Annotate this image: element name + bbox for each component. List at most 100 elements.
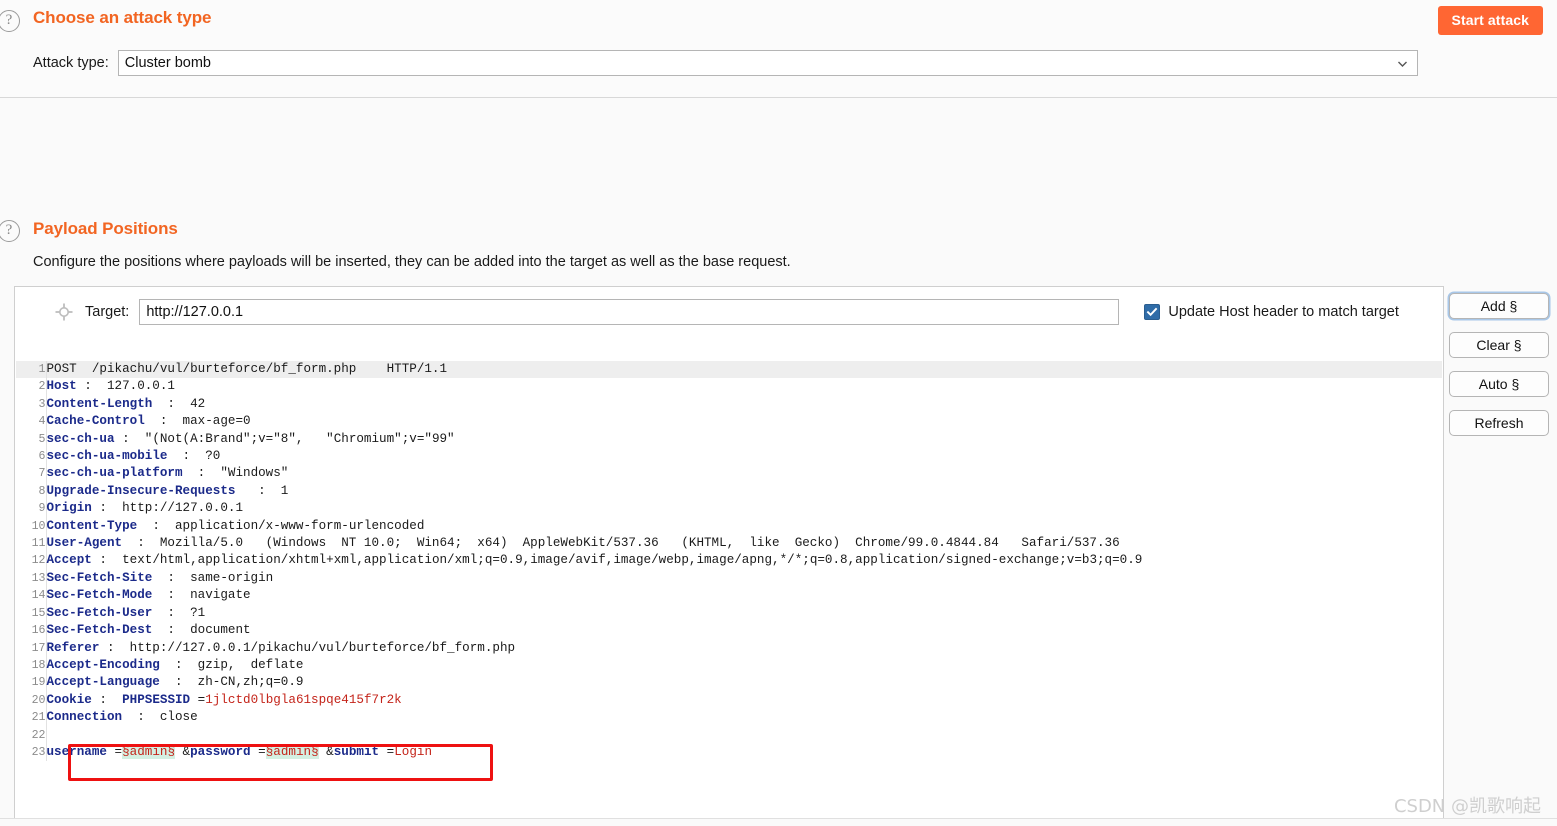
line-content[interactable]: Content-Length : 42 xyxy=(46,396,1442,413)
request-line: 16 Sec-Fetch-Dest : document xyxy=(16,622,1442,640)
line-content[interactable]: Referer : http://127.0.0.1/pikachu/vul/b… xyxy=(46,640,1442,657)
request-line: 12 Accept : text/html,application/xhtml+x… xyxy=(16,552,1442,570)
line-content[interactable]: username =§admin§ &password =§admin§ &su… xyxy=(46,744,1442,761)
line-content[interactable]: Accept-Language : zh-CN,zh;q=0.9 xyxy=(46,674,1442,691)
request-line: 15 Sec-Fetch-User : ?1 xyxy=(16,604,1442,623)
line-content[interactable]: sec-ch-ua-mobile : ?0 xyxy=(46,448,1442,465)
code-token: : http://127.0.0.1/pikachu/vul/burteforc… xyxy=(99,640,516,655)
code-token: Cache-Control xyxy=(46,414,145,429)
target-input[interactable] xyxy=(139,299,1120,325)
line-content[interactable]: Upgrade-Insecure-Requests : 1 xyxy=(46,483,1442,500)
code-token: : 42 xyxy=(152,396,206,411)
refresh-button[interactable]: Refresh xyxy=(1449,410,1549,436)
http-request-code-area[interactable]: 1 POST /pikachu/vul/burteforce/bf_form.ph… xyxy=(16,361,1442,826)
line-number: 9 xyxy=(16,500,47,518)
request-line: 3 Content-Length : 42 xyxy=(16,395,1442,414)
request-line: 6 sec-ch-ua-mobile : ?0 xyxy=(16,448,1442,466)
line-content[interactable]: Accept : text/html,application/xhtml+xml… xyxy=(46,552,1442,569)
code-token: POST /pikachu/vul/burteforce/bf_form.php… xyxy=(46,362,448,376)
code-token: Upgrade-Insecure-Requests xyxy=(46,483,236,498)
payload-marker: §admin§ xyxy=(265,744,319,759)
code-token: : xyxy=(91,692,123,707)
code-token: Origin xyxy=(46,501,92,516)
code-token: Cookie xyxy=(46,692,92,707)
request-line: 19 Accept-Language : zh-CN,zh;q=0.9 xyxy=(16,674,1442,692)
code-token: & xyxy=(318,744,334,759)
code-token: : 1 xyxy=(235,483,289,498)
payload-positions-heading: Payload Positions xyxy=(33,219,178,238)
line-number: 19 xyxy=(16,674,47,692)
line-number: 20 xyxy=(16,691,47,710)
code-token: = xyxy=(106,744,123,759)
code-token: Login xyxy=(394,744,433,759)
code-token: username xyxy=(46,744,107,759)
line-number: 12 xyxy=(16,552,47,570)
line-number: 14 xyxy=(16,587,47,605)
attack-type-heading: Choose an attack type xyxy=(33,8,212,27)
csdn-watermark: CSDN @凯歌响起 xyxy=(1393,796,1541,817)
code-token: Sec-Fetch-Site xyxy=(46,570,153,585)
line-number: 23 xyxy=(16,743,47,762)
line-number: 21 xyxy=(16,709,47,727)
request-line: 23 username =§admin§ &password =§admin§ &… xyxy=(16,743,1442,762)
update-host-header-label: Update Host header to match target xyxy=(1168,304,1399,320)
code-token: submit xyxy=(333,744,380,759)
line-content[interactable]: Sec-Fetch-Mode : navigate xyxy=(46,587,1442,604)
line-content[interactable]: Accept-Encoding : gzip, deflate xyxy=(46,657,1442,674)
add-marker-button[interactable]: Add § xyxy=(1449,293,1549,319)
line-content[interactable]: sec-ch-ua-platform : "Windows" xyxy=(46,465,1442,482)
start-attack-button[interactable]: Start attack xyxy=(1437,6,1543,35)
line-content[interactable]: POST /pikachu/vul/burteforce/bf_form.php… xyxy=(46,361,1442,379)
request-line: 1 POST /pikachu/vul/burteforce/bf_form.ph… xyxy=(16,361,1442,379)
line-number: 22 xyxy=(16,726,47,744)
clear-markers-button[interactable]: Clear § xyxy=(1449,332,1549,358)
line-number: 11 xyxy=(16,535,47,553)
line-content[interactable]: Content-Type : application/x-www-form-ur… xyxy=(46,518,1442,535)
line-content[interactable]: sec-ch-ua : "(Not(A:Brand";v="8", "Chrom… xyxy=(46,431,1442,448)
line-number: 15 xyxy=(16,604,47,623)
line-content[interactable]: Sec-Fetch-Dest : document xyxy=(46,622,1442,639)
payload-marker: §admin§ xyxy=(122,744,175,759)
code-token: sec-ch-ua xyxy=(46,431,115,446)
code-token: : 127.0.0.1 xyxy=(76,379,175,394)
update-host-header-checkbox-row[interactable]: Update Host header to match target xyxy=(1144,304,1399,320)
line-content[interactable]: Sec-Fetch-User : ?1 xyxy=(46,605,1442,622)
line-content[interactable]: Connection : close xyxy=(46,709,1442,726)
chevron-down-icon xyxy=(1397,58,1408,69)
code-token: Connection xyxy=(46,710,123,725)
line-content[interactable]: Origin : http://127.0.0.1 xyxy=(46,500,1442,517)
request-line: 4 Cache-Control : max-age=0 xyxy=(16,413,1442,431)
line-content[interactable]: User-Agent : Mozilla/5.0 (Windows NT 10.… xyxy=(46,535,1442,552)
request-line: 7 sec-ch-ua-platform : "Windows" xyxy=(16,465,1442,483)
request-line: 5 sec-ch-ua : "(Not(A:Brand";v="8", "Chro… xyxy=(16,430,1442,449)
code-token: 1jlctd0lbgla61spqe415f7r2k xyxy=(205,692,402,707)
code-token: Sec-Fetch-Mode xyxy=(46,588,153,603)
cut-off-bottom-row xyxy=(0,818,1557,826)
request-line: 17 Referer : http://127.0.0.1/pikachu/vul… xyxy=(16,639,1442,657)
code-token: : zh-CN,zh;q=0.9 xyxy=(159,675,304,690)
code-token: PHPSESSID xyxy=(122,692,191,707)
attack-type-select[interactable]: Cluster bomb xyxy=(117,50,1418,76)
line-number: 17 xyxy=(16,639,47,657)
line-content[interactable]: Cookie : PHPSESSID =1jlctd0lbgla61spqe41… xyxy=(46,692,1442,709)
code-token: Host xyxy=(46,379,77,394)
request-line: 11 User-Agent : Mozilla/5.0 (Windows NT 1… xyxy=(16,535,1442,553)
update-host-header-checkbox[interactable] xyxy=(1144,304,1161,320)
auto-markers-button[interactable]: Auto § xyxy=(1449,371,1549,397)
crosshair-icon xyxy=(55,303,73,321)
line-number: 5 xyxy=(16,430,47,449)
line-content[interactable]: Cache-Control : max-age=0 xyxy=(46,413,1442,430)
code-token: Sec-Fetch-Dest xyxy=(46,623,153,638)
request-line: 10 Content-Type : application/x-www-form-… xyxy=(16,517,1442,536)
question-circle-icon[interactable]: ? xyxy=(0,220,20,242)
code-token: : navigate xyxy=(152,588,251,603)
line-number: 18 xyxy=(16,656,47,675)
line-content[interactable]: Sec-Fetch-Site : same-origin xyxy=(46,570,1442,587)
question-circle-icon[interactable]: ? xyxy=(0,10,20,32)
request-line: 2 Host : 127.0.0.1 xyxy=(16,378,1442,396)
code-token: : Mozilla/5.0 (Windows NT 10.0; Win64; x… xyxy=(122,536,1120,551)
code-token: : "(Not(A:Brand";v="8", "Chromium";v="99… xyxy=(114,431,455,446)
line-content[interactable]: Host : 127.0.0.1 xyxy=(46,378,1442,395)
line-content[interactable] xyxy=(46,727,1442,744)
code-token: Content-Length xyxy=(46,396,153,411)
